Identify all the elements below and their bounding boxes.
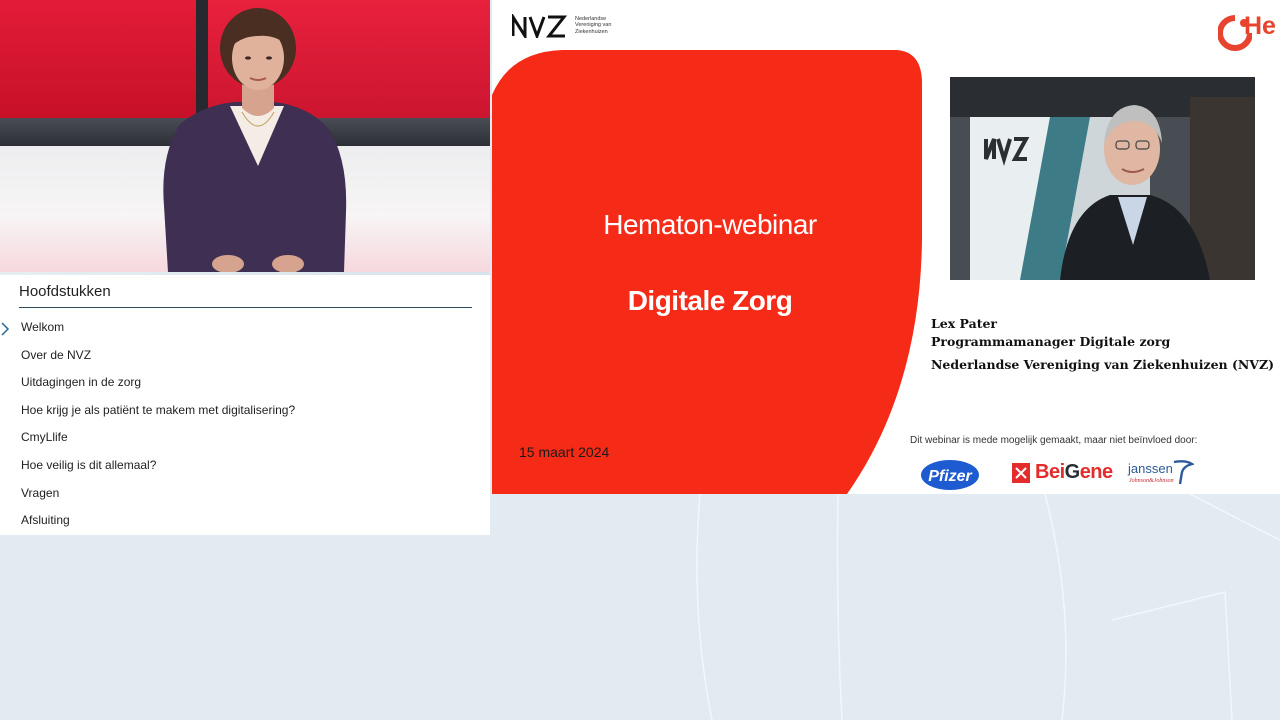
sponsor-note: Dit webinar is mede mogelijk gemaakt, ma…	[910, 435, 1198, 446]
slide-subtitle: Digitale Zorg	[627, 285, 793, 316]
svg-text:Pfizer: Pfizer	[928, 468, 972, 485]
chapter-item-welkom[interactable]: Welkom	[0, 314, 490, 342]
speaker-name: Lex Pater	[931, 316, 998, 331]
slide-red-shape	[492, 50, 923, 494]
chapters-divider	[19, 307, 472, 308]
chapter-label: CmyLlife	[21, 430, 68, 445]
speaker-organization: Nederlandse Vereniging van Ziekenhuizen …	[931, 357, 1275, 372]
speaker-photo	[950, 77, 1255, 280]
janssen-logo-text: janssen	[1128, 461, 1173, 476]
slide-title: Hematon-webinar	[603, 209, 817, 240]
chapters-title: Hoofdstukken	[19, 283, 111, 300]
presentation-slide: Nederlandse Vereniging van Ziekenhuizen …	[492, 0, 1280, 494]
chapter-item-afsluiting[interactable]: Afsluiting	[0, 507, 490, 535]
chapter-label: Afsluiting	[21, 513, 70, 528]
speaker-photo-image	[950, 77, 1255, 280]
nvz-logo-text: Nederlandse Vereniging van Ziekenhuizen	[575, 16, 612, 35]
chevron-right-icon	[1, 322, 10, 336]
janssen-logo-icon	[1173, 460, 1194, 485]
chapter-label: Uitdagingen in de zorg	[21, 375, 142, 390]
pfizer-logo: Pfizer	[921, 460, 979, 490]
hematon-logo-text: He	[1244, 12, 1276, 40]
chapter-item-cmylife[interactable]: CmyLlife	[0, 424, 490, 452]
chapter-label: Welkom	[21, 320, 65, 334]
chapter-item-digitalisering[interactable]: Hoe krijg je als patiënt te makem met di…	[0, 397, 490, 425]
chapter-item-vragen[interactable]: Vragen	[0, 480, 490, 508]
beigene-logo-text: BeiGene	[1035, 461, 1113, 483]
chapter-label: Over de NVZ	[21, 347, 92, 362]
chapter-item-over-de-nvz[interactable]: Over de NVZ	[0, 342, 490, 370]
chapters-top-border	[0, 272, 490, 275]
beigene-logo-icon	[1012, 463, 1030, 483]
nvz-logo-mark	[512, 14, 568, 38]
chapter-label: Hoe veilig is dit allemaal?	[21, 457, 157, 472]
chapters-panel: Hoofdstukken Welkom Over de NVZ Uitdagin…	[0, 272, 490, 535]
janssen-logo-subtitle: Johnson&Johnson	[1129, 478, 1174, 484]
slide-date: 15 maart 2024	[519, 444, 610, 460]
presenter-figure	[163, 8, 347, 272]
chapter-label: Vragen	[21, 485, 60, 500]
chapter-list: Welkom Over de NVZ Uitdagingen in de zor…	[0, 314, 490, 535]
speaker-role: Programmamanager Digitale zorg	[931, 334, 1171, 349]
chapter-item-uitdagingen[interactable]: Uitdagingen in de zorg	[0, 369, 490, 397]
presenter-video[interactable]	[0, 0, 490, 272]
chapter-label: Hoe krijg je als patiënt te makem met di…	[21, 402, 296, 417]
chapter-item-veiligheid[interactable]: Hoe veilig is dit allemaal?	[0, 452, 490, 480]
